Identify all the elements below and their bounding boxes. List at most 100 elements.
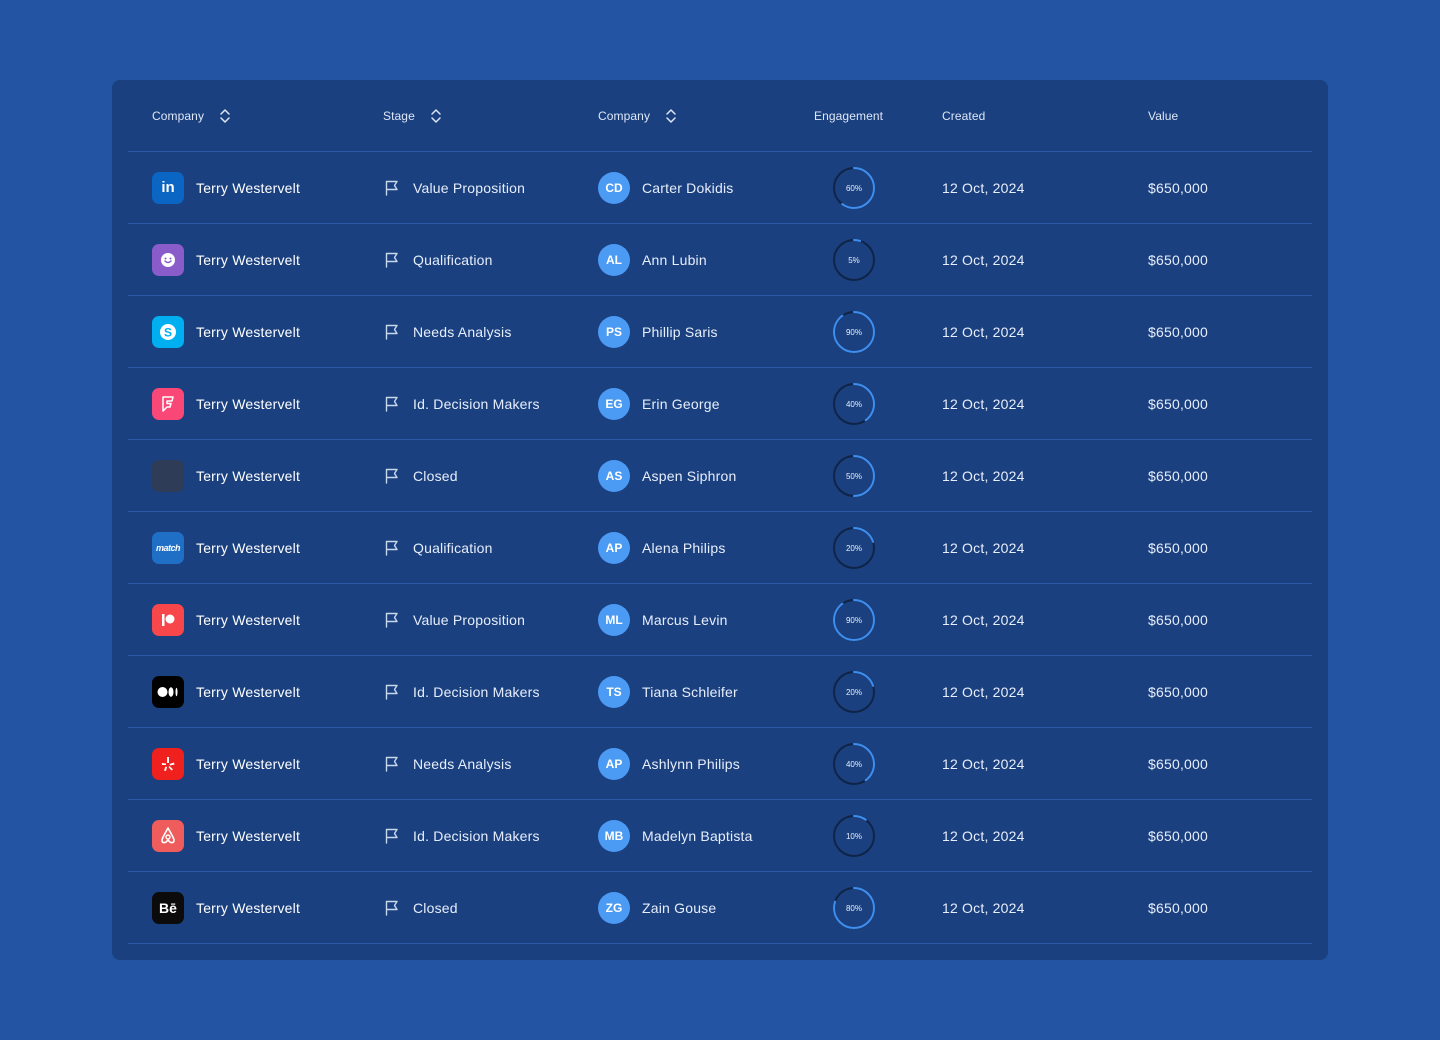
table-row[interactable]: Terry Westervelt Qualification AL Ann Lu… — [128, 224, 1312, 296]
company-name[interactable]: Terry Westervelt — [196, 612, 300, 628]
created-date: 12 Oct, 2024 — [942, 755, 1025, 772]
avatar[interactable]: EG — [598, 387, 630, 420]
company-cell: match Terry Westervelt — [152, 512, 300, 583]
company-name[interactable]: Terry Westervelt — [196, 684, 300, 700]
avatar[interactable]: ML — [598, 603, 630, 636]
contact-name[interactable]: Zain Gouse — [642, 900, 716, 916]
avatar[interactable]: AS — [598, 459, 630, 492]
header-created: Created — [942, 80, 985, 151]
contact-name[interactable]: Marcus Levin — [642, 612, 728, 628]
header-contact-label: Company — [598, 108, 651, 123]
avatar[interactable]: AP — [598, 531, 630, 564]
created-cell: 12 Oct, 2024 — [942, 296, 1025, 367]
header-company[interactable]: Company — [152, 80, 232, 151]
created-cell: 12 Oct, 2024 — [942, 656, 1025, 727]
avatar[interactable]: AL — [598, 243, 630, 276]
created-date: 12 Oct, 2024 — [942, 395, 1025, 412]
header-value: Value — [1148, 80, 1178, 151]
stage-cell: Id. Decision Makers — [383, 800, 540, 871]
engagement-ring: 40% — [833, 742, 875, 785]
value-cell: $650,000 — [1148, 296, 1208, 367]
engagement-cell: 10% — [832, 800, 876, 871]
company-name[interactable]: Terry Westervelt — [196, 180, 300, 196]
company-name[interactable]: Terry Westervelt — [196, 396, 300, 412]
flag-icon — [383, 899, 401, 917]
created-cell: 12 Oct, 2024 — [942, 584, 1025, 655]
engagement-ring: 60% — [833, 166, 875, 209]
avatar[interactable]: TS — [598, 675, 630, 708]
company-cell: S Terry Westervelt — [152, 296, 300, 367]
deal-value: $650,000 — [1148, 827, 1208, 844]
sort-icon[interactable] — [218, 108, 232, 124]
value-cell: $650,000 — [1148, 728, 1208, 799]
company-cell: Terry Westervelt — [152, 368, 300, 439]
contact-name[interactable]: Ashlynn Philips — [642, 756, 740, 772]
engagement-cell: 90% — [832, 296, 876, 367]
header-contact-company[interactable]: Company — [598, 80, 678, 151]
contact-name[interactable]: Alena Philips — [642, 540, 726, 556]
avatar[interactable]: CD — [598, 171, 630, 204]
table-row[interactable]: Terry Westervelt Id. Decision Makers TS … — [128, 656, 1312, 728]
created-cell: 12 Oct, 2024 — [942, 440, 1025, 511]
engagement-cell: 50% — [832, 440, 876, 511]
stage-label: Closed — [413, 467, 458, 484]
stage-label: Qualification — [413, 251, 493, 268]
table-row[interactable]: Terry Westervelt Value Proposition ML Ma… — [128, 584, 1312, 656]
contact-name[interactable]: Ann Lubin — [642, 252, 707, 268]
company-name[interactable]: Terry Westervelt — [196, 468, 300, 484]
company-cell: Terry Westervelt — [152, 728, 300, 799]
sort-icon[interactable] — [429, 108, 443, 124]
deal-value: $650,000 — [1148, 395, 1208, 412]
contact-name[interactable]: Aspen Siphron — [642, 468, 736, 484]
created-date: 12 Oct, 2024 — [942, 827, 1025, 844]
created-cell: 12 Oct, 2024 — [942, 728, 1025, 799]
table-row[interactable]: S Terry Westervelt Needs Analysis PS Phi… — [128, 296, 1312, 368]
company-cell: Terry Westervelt — [152, 224, 300, 295]
deals-table: Company Stage Company Engagement Created… — [112, 80, 1328, 960]
company-name[interactable]: Terry Westervelt — [196, 252, 300, 268]
header-engagement-label: Engagement — [814, 108, 884, 123]
company-name[interactable]: Terry Westervelt — [196, 540, 300, 556]
engagement-percent: 40% — [846, 760, 862, 769]
company-name[interactable]: Terry Westervelt — [196, 828, 300, 844]
engagement-percent: 5% — [848, 256, 860, 265]
table-row[interactable]: Terry Westervelt Needs Analysis AP Ashly… — [128, 728, 1312, 800]
contact-name[interactable]: Madelyn Baptista — [642, 828, 753, 844]
contact-name[interactable]: Carter Dokidis — [642, 180, 734, 196]
deal-value: $650,000 — [1148, 179, 1208, 196]
avatar[interactable]: ZG — [598, 891, 630, 924]
engagement-cell: 90% — [832, 584, 876, 655]
contact-name[interactable]: Tiana Schleifer — [642, 684, 738, 700]
stage-label: Id. Decision Makers — [413, 395, 540, 412]
medium-icon — [152, 675, 184, 708]
contact-cell: CD Carter Dokidis — [598, 152, 734, 223]
stage-cell: Needs Analysis — [383, 728, 512, 799]
company-name[interactable]: Terry Westervelt — [196, 756, 300, 772]
flag-icon — [383, 395, 401, 413]
contact-cell: MB Madelyn Baptista — [598, 800, 753, 871]
avatar[interactable]: AP — [598, 747, 630, 780]
contact-name[interactable]: Erin George — [642, 396, 720, 412]
stage-cell: Qualification — [383, 224, 493, 295]
deal-value: $650,000 — [1148, 467, 1208, 484]
engagement-cell: 60% — [832, 152, 876, 223]
contact-name[interactable]: Phillip Saris — [642, 324, 718, 340]
deal-value: $650,000 — [1148, 539, 1208, 556]
table-row[interactable]: Bē Terry Westervelt Closed ZG Zain Gouse… — [128, 872, 1312, 944]
table-row[interactable]: match Terry Westervelt Qualification AP … — [128, 512, 1312, 584]
company-name[interactable]: Terry Westervelt — [196, 324, 300, 340]
sort-icon[interactable] — [664, 108, 678, 124]
company-name[interactable]: Terry Westervelt — [196, 900, 300, 916]
contact-cell: AL Ann Lubin — [598, 224, 707, 295]
header-stage[interactable]: Stage — [383, 80, 443, 151]
table-row[interactable]: Terry Westervelt Id. Decision Makers EG … — [128, 368, 1312, 440]
engagement-ring: 90% — [833, 310, 875, 353]
table-row[interactable]: Terry Westervelt Id. Decision Makers MB … — [128, 800, 1312, 872]
table-row[interactable]: Terry Westervelt Closed AS Aspen Siphron… — [128, 440, 1312, 512]
avatar[interactable]: PS — [598, 315, 630, 348]
value-cell: $650,000 — [1148, 368, 1208, 439]
table-row[interactable]: in Terry Westervelt Value Proposition CD… — [128, 152, 1312, 224]
avatar[interactable]: MB — [598, 819, 630, 852]
stage-label: Qualification — [413, 539, 493, 556]
value-cell: $650,000 — [1148, 584, 1208, 655]
